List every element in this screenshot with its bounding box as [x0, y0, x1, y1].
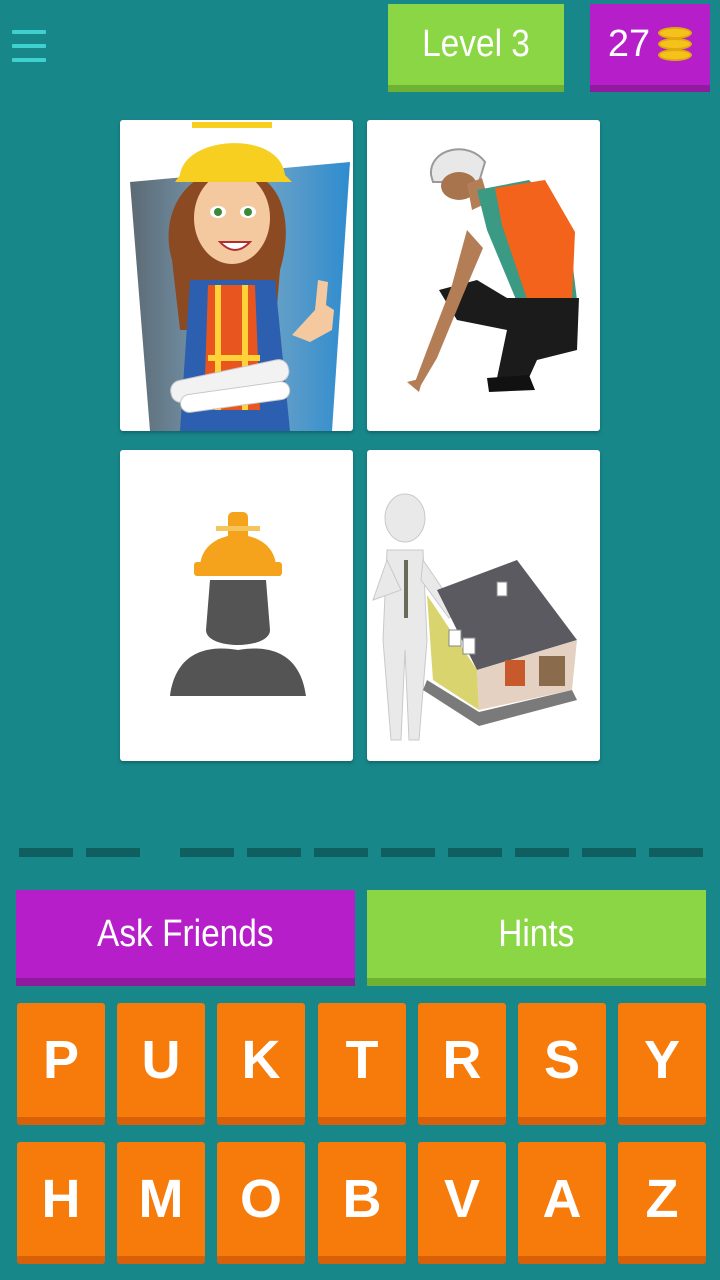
puzzle-image-2 [367, 120, 600, 431]
answer-slot[interactable] [448, 848, 502, 857]
hints-button[interactable]: Hints [367, 890, 706, 986]
ask-friends-label: Ask Friends [97, 912, 274, 955]
answer-slot[interactable] [381, 848, 435, 857]
answer-slot[interactable] [649, 848, 703, 857]
puzzle-image-1 [120, 120, 353, 431]
worker-silhouette-icon [170, 512, 306, 696]
crouching-worker-icon [407, 148, 579, 392]
answer-slot[interactable] [19, 848, 73, 857]
answer-slot[interactable] [86, 848, 140, 857]
coin-stack-icon [658, 26, 693, 63]
answer-slot[interactable] [515, 848, 569, 857]
answer-slot[interactable] [314, 848, 368, 857]
answer-slot[interactable] [247, 848, 301, 857]
letter-key[interactable]: S [518, 1003, 606, 1125]
answer-slot[interactable] [180, 848, 234, 857]
hints-label: Hints [498, 912, 575, 955]
letter-key[interactable]: V [418, 1142, 506, 1264]
letter-key[interactable]: H [17, 1142, 105, 1264]
coins-badge[interactable]: 27 [590, 4, 710, 92]
letter-key[interactable]: Y [618, 1003, 706, 1125]
letter-key[interactable]: R [418, 1003, 506, 1125]
letter-key[interactable]: P [17, 1003, 105, 1125]
answer-slot[interactable] [582, 848, 636, 857]
level-label: Level 3 [422, 23, 530, 65]
figure-with-house-icon [372, 493, 577, 741]
letter-key[interactable]: O [217, 1142, 305, 1264]
ask-friends-button[interactable]: Ask Friends [16, 890, 355, 986]
letter-key[interactable]: M [117, 1142, 205, 1264]
letter-key[interactable]: B [318, 1142, 406, 1264]
letter-key[interactable]: Z [618, 1142, 706, 1264]
letter-key[interactable]: K [217, 1003, 305, 1125]
letter-key[interactable]: A [518, 1142, 606, 1264]
puzzle-image-4 [367, 450, 600, 761]
answer-slots [0, 848, 720, 860]
puzzle-image-3 [120, 450, 353, 761]
menu-icon[interactable] [12, 30, 48, 68]
level-badge: Level 3 [388, 4, 564, 92]
engineer-woman-icon [130, 122, 350, 431]
letter-key[interactable]: T [318, 1003, 406, 1125]
coin-count: 27 [607, 23, 651, 65]
letter-key[interactable]: U [117, 1003, 205, 1125]
